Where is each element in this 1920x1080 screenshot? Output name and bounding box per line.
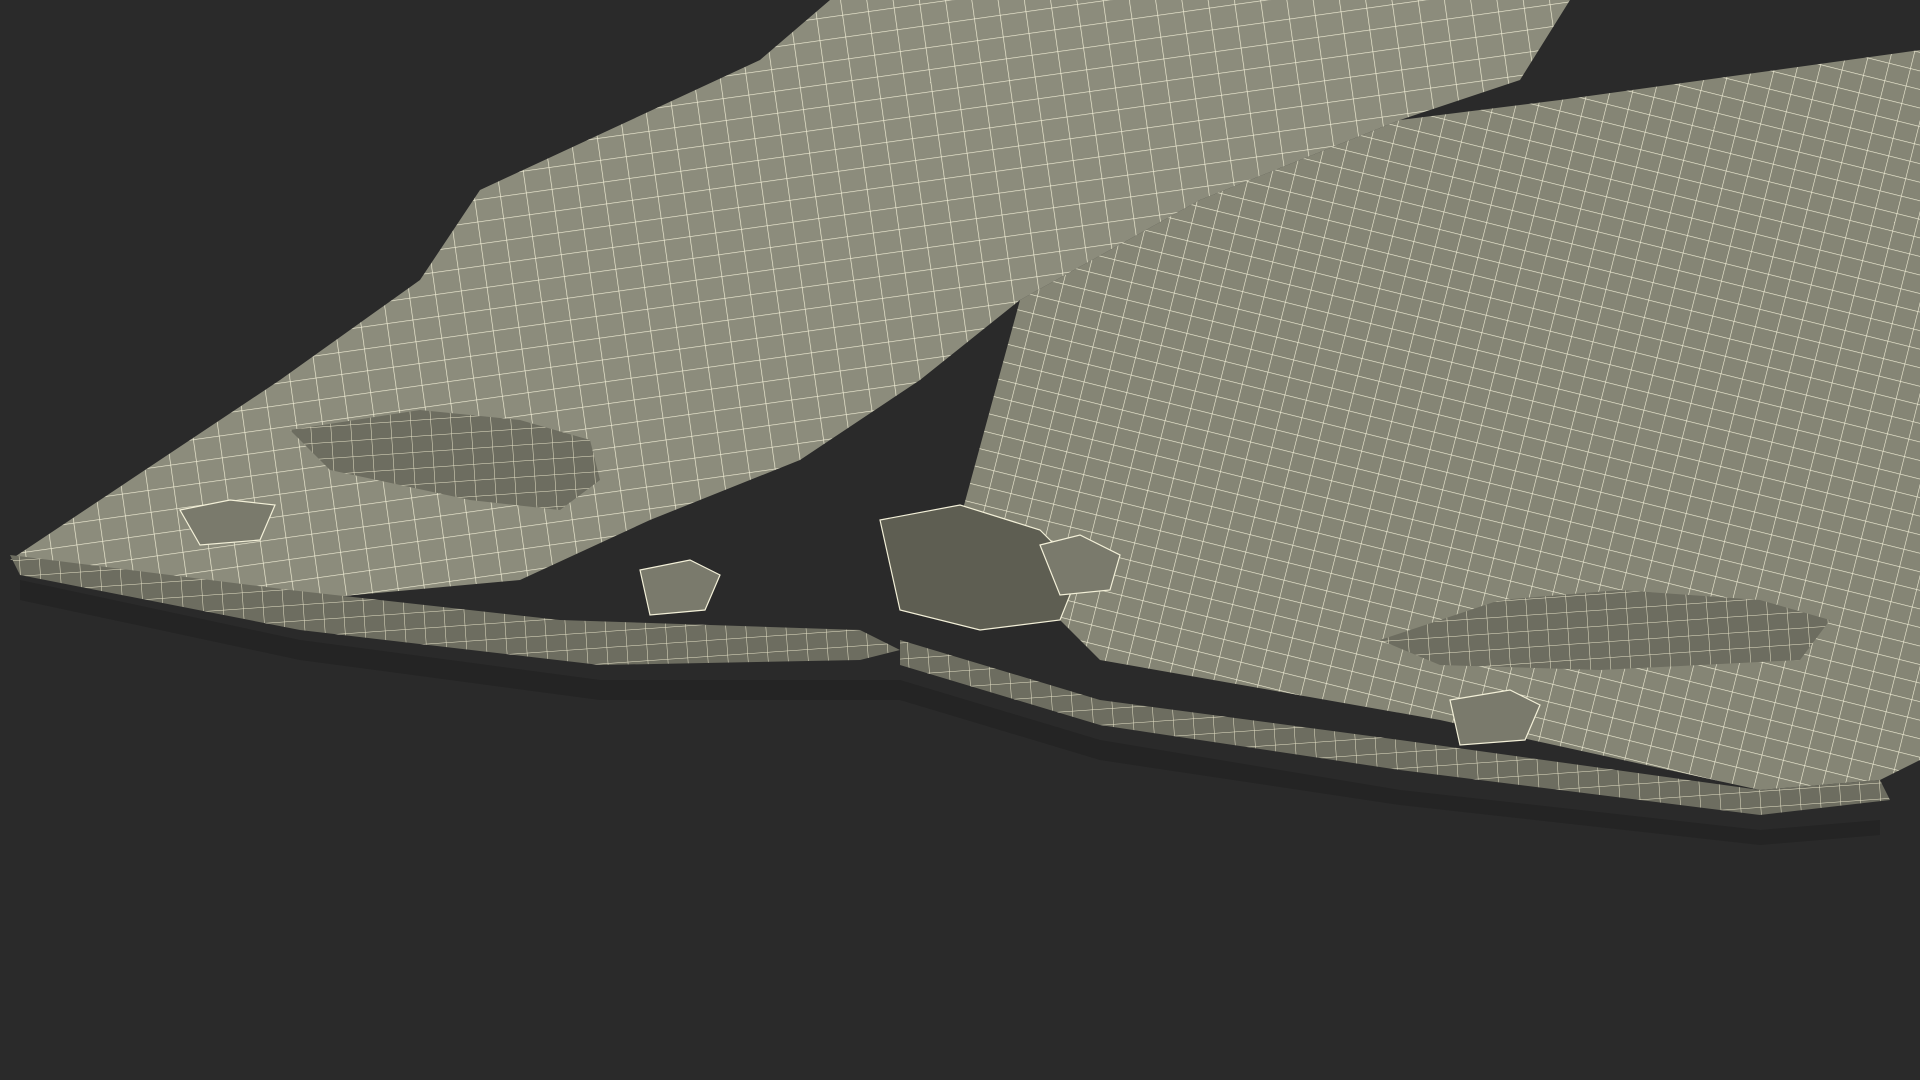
wireframe-render <box>10 0 1920 845</box>
render-viewport <box>0 0 1920 1080</box>
